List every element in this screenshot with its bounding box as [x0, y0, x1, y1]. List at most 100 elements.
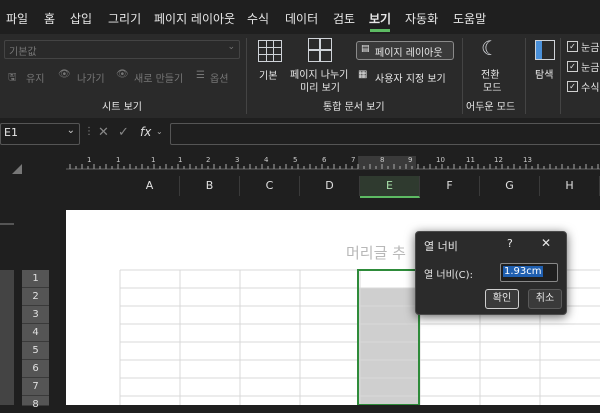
- ruler-label: 1: [116, 156, 121, 164]
- ruler-label: 10: [436, 156, 445, 164]
- ruler-label: 1: [87, 156, 92, 164]
- menu-home[interactable]: 홈: [44, 10, 55, 27]
- formula-bar-checkbox[interactable]: ✓: [567, 81, 578, 92]
- column-header-f[interactable]: F: [420, 176, 480, 196]
- menu-help[interactable]: 도움말: [453, 10, 486, 27]
- cancel-icon[interactable]: ✕: [98, 125, 109, 140]
- close-icon[interactable]: ✕: [541, 236, 551, 250]
- new-view-icon: 👁: [116, 69, 129, 80]
- dialog-title: 열 너비: [424, 240, 458, 253]
- group-divider: [525, 38, 526, 114]
- chevron-down-icon[interactable]: ⌄: [67, 125, 75, 136]
- page-break-preview-icon[interactable]: [308, 38, 332, 62]
- gridlines-checkbox[interactable]: ✓: [567, 41, 578, 52]
- ruler-label: 13: [523, 156, 532, 164]
- menu-file[interactable]: 파일: [6, 10, 28, 27]
- vertical-ruler: [0, 270, 14, 405]
- name-box[interactable]: E1 ⌄: [0, 123, 80, 145]
- sheet-view-group-label: 시트 보기: [102, 102, 142, 113]
- group-divider: [560, 38, 561, 114]
- ok-button[interactable]: 확인: [485, 289, 519, 309]
- row-header[interactable]: 7: [22, 378, 49, 396]
- column-header-e[interactable]: E: [360, 176, 420, 198]
- chevron-down-icon: ⌄: [227, 42, 235, 52]
- normal-view-button[interactable]: 기본: [259, 67, 277, 82]
- column-width-value: 1.93cm: [503, 266, 543, 277]
- menu-insert[interactable]: 삽입: [70, 10, 92, 27]
- ruler-label: 8: [380, 156, 385, 164]
- ruler-label: 6: [322, 156, 327, 164]
- page-layout-label: 페이지 레이아웃: [375, 48, 443, 59]
- ruler-label: 12: [494, 156, 503, 164]
- show-label-1: 눈금: [581, 43, 600, 54]
- ruler-label: 5: [293, 156, 298, 164]
- workbook-views-group-label: 통합 문서 보기: [323, 102, 385, 113]
- chevron-down-icon[interactable]: ⌄: [156, 127, 163, 136]
- ruler-label: 4: [264, 156, 269, 164]
- menu-page-layout[interactable]: 페이지 레이아웃: [154, 10, 235, 27]
- show-label-3: 수식: [581, 83, 600, 94]
- row-header[interactable]: 4: [22, 324, 49, 342]
- select-all-corner[interactable]: [12, 164, 22, 174]
- insert-function-button[interactable]: fx: [140, 125, 151, 139]
- menu-data[interactable]: 데이터: [285, 10, 318, 27]
- column-header-g[interactable]: G: [480, 176, 540, 196]
- navigation-button[interactable]: 탐색: [535, 66, 553, 81]
- custom-views-button[interactable]: 사용자 지정 보기: [375, 70, 446, 85]
- row-header[interactable]: 5: [22, 342, 49, 360]
- menu-automate[interactable]: 자동화: [405, 10, 438, 27]
- ruler-label: 3: [235, 156, 240, 164]
- column-header-a[interactable]: A: [120, 176, 180, 196]
- menu-review[interactable]: 검토: [333, 10, 355, 27]
- formula-bar: E1 ⌄ ⋮ ✕ ✓ fx ⌄: [0, 118, 600, 148]
- page-layout-button[interactable]: ▤ 페이지 레이아웃: [356, 41, 454, 60]
- ribbon: 기본값 ⌄ 🖫 유지 👁 나가기 👁 새로 만들기 ☰ 옵션 시트 보기 기본 …: [0, 34, 600, 119]
- exit-button[interactable]: 나가기: [77, 70, 105, 85]
- row-headers: 1 2 3 4 5 6 7 8: [22, 270, 49, 410]
- menu-view[interactable]: 보기: [369, 10, 391, 27]
- formula-input[interactable]: [170, 123, 600, 145]
- column-header-b[interactable]: B: [180, 176, 240, 196]
- sheet-view-dropdown[interactable]: 기본값 ⌄: [4, 40, 240, 59]
- navigation-icon[interactable]: [535, 40, 555, 60]
- show-label-2: 눈금: [581, 63, 600, 74]
- options-icon: ☰: [196, 70, 205, 81]
- enter-icon[interactable]: ✓: [118, 125, 129, 140]
- group-divider: [246, 38, 247, 114]
- column-header-h[interactable]: H: [540, 176, 600, 196]
- new-view-button[interactable]: 새로 만들기: [134, 70, 183, 85]
- row-header[interactable]: 6: [22, 360, 49, 378]
- column-headers: A B C D E F G H: [120, 176, 600, 198]
- horizontal-ruler: 1 1 1 1 2 3 4 5 6 7 8 9 10 11 12 13: [66, 156, 600, 170]
- ruler-checkbox[interactable]: ✓: [567, 61, 578, 72]
- row-header[interactable]: 2: [22, 288, 49, 306]
- column-header-d[interactable]: D: [300, 176, 360, 196]
- column-header-c[interactable]: C: [240, 176, 300, 196]
- moon-icon[interactable]: ☾: [481, 36, 499, 60]
- keep-button[interactable]: 유지: [26, 70, 44, 85]
- column-width-input[interactable]: 1.93cm: [500, 263, 558, 282]
- active-tab-indicator: [370, 29, 390, 32]
- ruler-ticks: [66, 156, 600, 170]
- menu-bar: 파일 홈 삽입 그리기 페이지 레이아웃 수식 데이터 검토 보기 자동화 도움…: [0, 0, 600, 34]
- vertical-ruler-mark: [0, 223, 14, 225]
- eye-icon: 👁: [58, 69, 71, 80]
- help-button[interactable]: ?: [507, 237, 513, 250]
- normal-view-icon[interactable]: [258, 40, 282, 62]
- ruler-label: 2: [206, 156, 211, 164]
- menu-formulas[interactable]: 수식: [247, 10, 269, 27]
- group-divider: [462, 38, 463, 114]
- ruler-label: 11: [466, 156, 475, 164]
- row-header[interactable]: 1: [22, 270, 49, 288]
- menu-draw[interactable]: 그리기: [108, 10, 141, 27]
- row-header[interactable]: 3: [22, 306, 49, 324]
- ruler-label: 1: [151, 156, 156, 164]
- options-button[interactable]: 옵션: [210, 70, 228, 85]
- ruler-label: 9: [408, 156, 413, 164]
- column-width-label: 열 너비(C):: [424, 270, 473, 281]
- cancel-button[interactable]: 취소: [528, 289, 562, 309]
- page-layout-icon: ▤: [361, 44, 370, 54]
- custom-views-icon: ▦: [358, 69, 368, 80]
- page-break-preview-label-2: 미리 보기: [300, 83, 340, 94]
- column-width-dialog: 열 너비 ? ✕ 열 너비(C): 1.93cm 확인 취소: [415, 231, 567, 315]
